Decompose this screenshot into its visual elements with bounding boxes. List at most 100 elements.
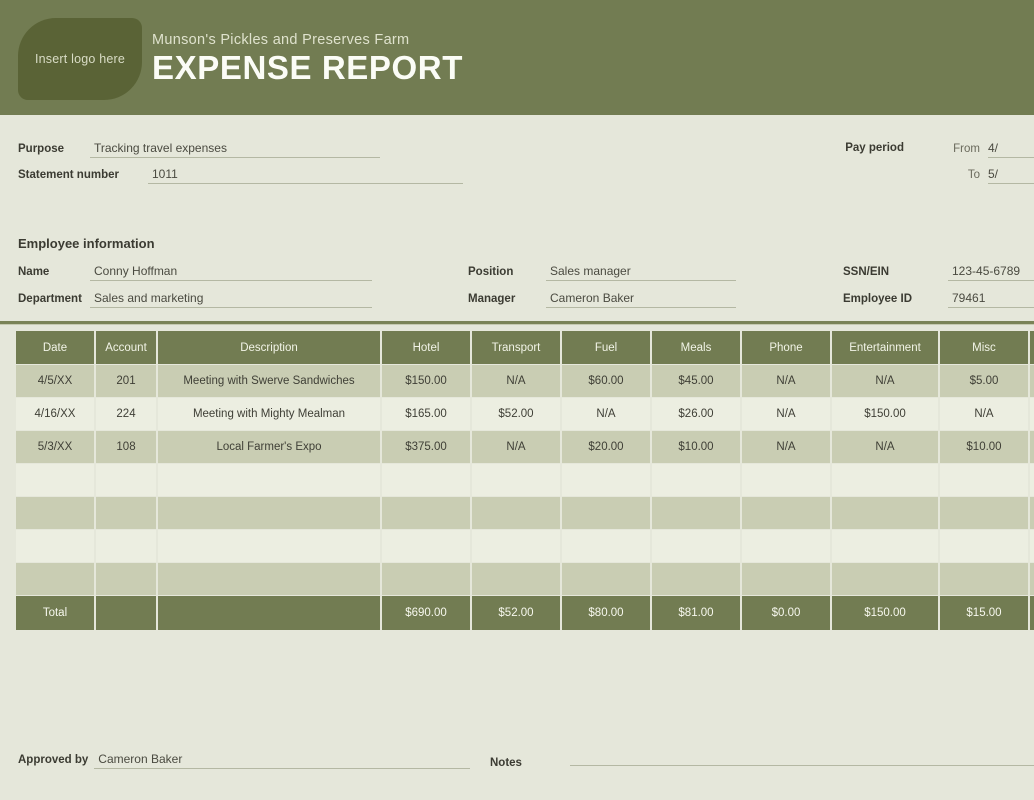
employee-position-input[interactable]: Sales manager [546, 264, 736, 281]
cell-transport[interactable]: N/A [472, 365, 560, 397]
employee-manager-input[interactable]: Cameron Baker [546, 291, 736, 308]
cell-meals[interactable] [652, 497, 740, 529]
cell-phone[interactable] [742, 563, 830, 595]
table-row[interactable] [16, 464, 1034, 496]
cell-entertainment[interactable] [832, 530, 938, 562]
cell-description[interactable]: Local Farmer's Expo [158, 431, 380, 463]
cell-phone[interactable]: N/A [742, 431, 830, 463]
cell-fuel[interactable] [562, 530, 650, 562]
pay-period-to-input[interactable]: 5/ [988, 167, 1034, 184]
cell-extra[interactable] [1030, 563, 1034, 595]
cell-meals[interactable] [652, 464, 740, 496]
employee-name-input[interactable]: Conny Hoffman [90, 264, 372, 281]
table-row[interactable] [16, 497, 1034, 529]
cell-fuel[interactable]: N/A [562, 398, 650, 430]
cell-date[interactable] [16, 563, 94, 595]
cell-phone[interactable]: N/A [742, 365, 830, 397]
cell-account[interactable]: 224 [96, 398, 156, 430]
cell-fuel[interactable]: $20.00 [562, 431, 650, 463]
cell-account[interactable] [96, 497, 156, 529]
column-header-account[interactable]: Account [96, 331, 156, 364]
column-header-transport[interactable]: Transport [472, 331, 560, 364]
cell-entertainment[interactable] [832, 464, 938, 496]
cell-hotel[interactable]: $150.00 [382, 365, 470, 397]
cell-transport[interactable] [472, 497, 560, 529]
cell-phone[interactable] [742, 497, 830, 529]
cell-misc[interactable] [940, 563, 1028, 595]
table-row[interactable] [16, 563, 1034, 595]
approved-by-input[interactable]: Cameron Baker [94, 752, 471, 769]
cell-extra[interactable] [1030, 464, 1034, 496]
cell-entertainment[interactable]: $150.00 [832, 398, 938, 430]
cell-extra[interactable] [1030, 497, 1034, 529]
notes-input[interactable] [569, 752, 1034, 766]
cell-account[interactable]: 108 [96, 431, 156, 463]
column-header-fuel[interactable]: Fuel [562, 331, 650, 364]
cell-date[interactable] [16, 464, 94, 496]
cell-misc[interactable] [940, 497, 1028, 529]
cell-meals[interactable]: $10.00 [652, 431, 740, 463]
cell-misc[interactable]: N/A [940, 398, 1028, 430]
cell-phone[interactable] [742, 464, 830, 496]
cell-entertainment[interactable] [832, 497, 938, 529]
cell-meals[interactable]: $26.00 [652, 398, 740, 430]
cell-description[interactable] [158, 497, 380, 529]
cell-transport[interactable] [472, 464, 560, 496]
cell-entertainment[interactable] [832, 563, 938, 595]
cell-hotel[interactable] [382, 497, 470, 529]
cell-meals[interactable] [652, 563, 740, 595]
cell-misc[interactable]: $10.00 [940, 431, 1028, 463]
column-header-meals[interactable]: Meals [652, 331, 740, 364]
table-row[interactable]: 4/16/XX 224 Meeting with Mighty Mealman … [16, 398, 1034, 430]
column-header-hotel[interactable]: Hotel [382, 331, 470, 364]
cell-transport[interactable] [472, 563, 560, 595]
cell-hotel[interactable]: $375.00 [382, 431, 470, 463]
employee-ssn-input[interactable]: 123-45-6789 [948, 264, 1034, 281]
logo-placeholder[interactable]: Insert logo here [18, 18, 142, 100]
cell-date[interactable] [16, 497, 94, 529]
cell-transport[interactable]: N/A [472, 431, 560, 463]
column-header-entertainment[interactable]: Entertainment [832, 331, 938, 364]
cell-entertainment[interactable]: N/A [832, 365, 938, 397]
cell-date[interactable]: 5/3/XX [16, 431, 94, 463]
cell-description[interactable]: Meeting with Swerve Sandwiches [158, 365, 380, 397]
cell-date[interactable]: 4/5/XX [16, 365, 94, 397]
cell-hotel[interactable] [382, 530, 470, 562]
cell-description[interactable] [158, 563, 380, 595]
cell-fuel[interactable] [562, 497, 650, 529]
cell-hotel[interactable] [382, 563, 470, 595]
cell-description[interactable]: Meeting with Mighty Mealman [158, 398, 380, 430]
cell-extra[interactable] [1030, 431, 1034, 463]
cell-hotel[interactable] [382, 464, 470, 496]
cell-date[interactable]: 4/16/XX [16, 398, 94, 430]
cell-misc[interactable]: $5.00 [940, 365, 1028, 397]
cell-entertainment[interactable]: N/A [832, 431, 938, 463]
cell-phone[interactable] [742, 530, 830, 562]
purpose-input[interactable]: Tracking travel expenses [90, 141, 380, 158]
cell-description[interactable] [158, 530, 380, 562]
cell-fuel[interactable] [562, 464, 650, 496]
cell-extra[interactable] [1030, 530, 1034, 562]
cell-account[interactable]: 201 [96, 365, 156, 397]
cell-phone[interactable]: N/A [742, 398, 830, 430]
statement-number-input[interactable]: 1011 [148, 167, 463, 184]
cell-fuel[interactable]: $60.00 [562, 365, 650, 397]
column-header-phone[interactable]: Phone [742, 331, 830, 364]
cell-misc[interactable] [940, 530, 1028, 562]
employee-id-input[interactable]: 79461 [948, 291, 1034, 308]
cell-transport[interactable] [472, 530, 560, 562]
table-row[interactable]: 4/5/XX 201 Meeting with Swerve Sandwiche… [16, 365, 1034, 397]
column-header-extra[interactable] [1030, 331, 1034, 364]
cell-extra[interactable] [1030, 365, 1034, 397]
table-row[interactable]: 5/3/XX 108 Local Farmer's Expo $375.00 N… [16, 431, 1034, 463]
column-header-description[interactable]: Description [158, 331, 380, 364]
cell-account[interactable] [96, 530, 156, 562]
cell-account[interactable] [96, 563, 156, 595]
cell-extra[interactable] [1030, 398, 1034, 430]
table-row[interactable] [16, 530, 1034, 562]
column-header-misc[interactable]: Misc [940, 331, 1028, 364]
cell-misc[interactable] [940, 464, 1028, 496]
cell-meals[interactable]: $45.00 [652, 365, 740, 397]
cell-hotel[interactable]: $165.00 [382, 398, 470, 430]
cell-account[interactable] [96, 464, 156, 496]
